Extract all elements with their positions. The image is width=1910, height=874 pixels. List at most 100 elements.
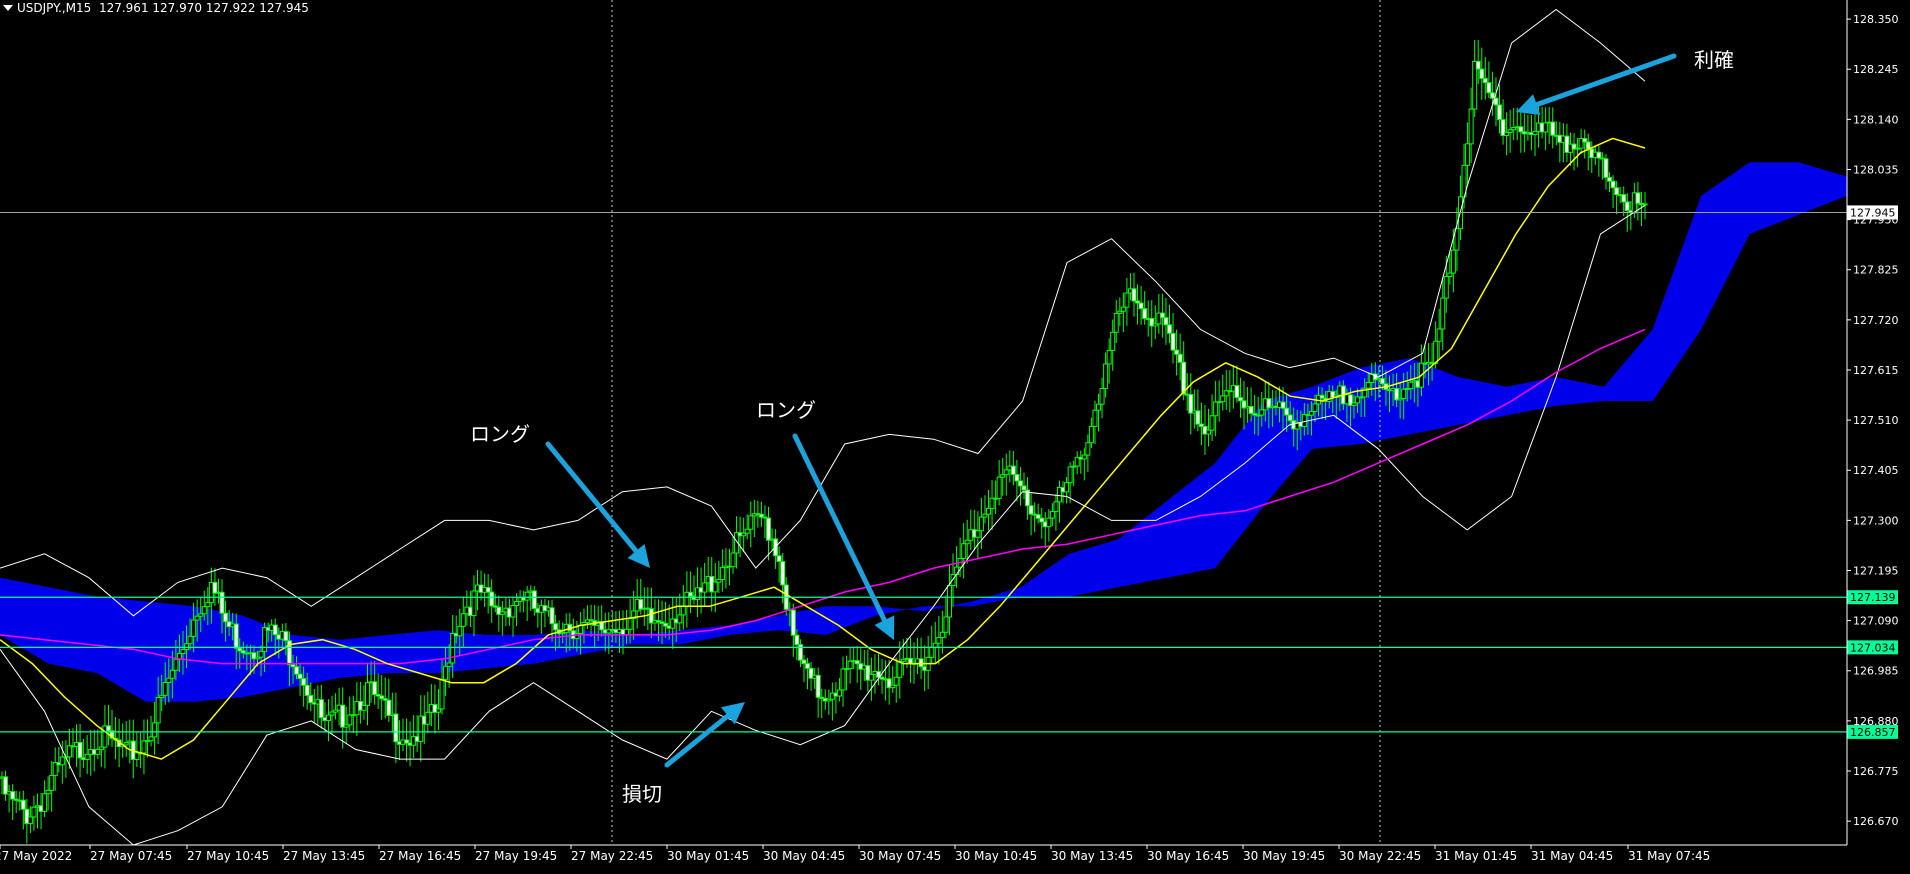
candle-body <box>1475 60 1481 70</box>
candle-body <box>677 614 683 624</box>
candle-body <box>1603 158 1609 178</box>
candle-body <box>471 590 477 617</box>
candle-body <box>1177 353 1183 363</box>
take-profit-arrow-icon <box>1516 53 1677 116</box>
candle-body <box>1301 413 1307 427</box>
x-axis-tick-label: 30 May 01:45 <box>667 849 749 863</box>
candle-body <box>1142 308 1148 319</box>
candle <box>393 692 399 764</box>
candle-body <box>446 662 452 667</box>
candle <box>1124 277 1130 326</box>
candle-body <box>897 660 903 678</box>
candle-body <box>340 704 346 728</box>
candle-body <box>223 612 229 623</box>
candle <box>325 699 331 742</box>
candle <box>1056 480 1062 523</box>
candle <box>886 659 892 705</box>
candle-body <box>514 601 520 606</box>
candle-body <box>166 677 172 683</box>
chart-menu-triangle-icon[interactable] <box>3 5 13 11</box>
price-chart[interactable]: 127.139 127.034 126.857 128.350 128.245 128.1… <box>0 0 1910 870</box>
x-axis-tick-label: 31 May 07:45 <box>1628 849 1710 863</box>
candle <box>1472 39 1478 117</box>
candle-body <box>946 585 952 618</box>
candle-body <box>1447 272 1453 277</box>
candle-body <box>549 607 555 625</box>
candle <box>684 571 690 628</box>
y-axis-tick-label: 127.825 <box>1853 264 1899 277</box>
candle-body <box>1181 361 1187 395</box>
candle-body <box>77 741 83 759</box>
candle-body <box>1596 151 1602 159</box>
y-axis-tick-label: 127.090 <box>1853 615 1899 628</box>
candle-body <box>961 543 967 560</box>
arrow-shaft <box>792 433 887 623</box>
candle <box>996 459 1002 506</box>
candle <box>915 637 921 675</box>
candle <box>538 599 544 634</box>
candle-body <box>1550 121 1556 136</box>
candle-body <box>986 507 992 515</box>
annotation-long-2: ロング <box>756 398 816 422</box>
candle-body <box>180 649 186 655</box>
candle <box>1518 107 1524 153</box>
candle <box>719 549 725 592</box>
candle-body <box>1049 511 1055 519</box>
candle-body <box>1213 401 1219 417</box>
candle-body <box>1206 429 1212 435</box>
candle-body <box>918 658 924 668</box>
candle <box>1198 402 1204 446</box>
candle-body <box>1046 517 1052 528</box>
candle-body <box>975 530 981 538</box>
candle <box>748 501 754 548</box>
candle-body <box>1433 340 1439 364</box>
candle-body <box>485 587 491 593</box>
candle-body <box>169 669 175 679</box>
candle <box>102 705 108 769</box>
arrow-shaft <box>664 713 731 768</box>
x-axis-tick-label: 30 May 13:45 <box>1051 849 1133 863</box>
candle <box>1507 109 1513 153</box>
candle <box>471 575 477 637</box>
candle-body <box>1131 288 1137 302</box>
candle-body <box>1621 194 1627 203</box>
candle-body <box>31 806 37 818</box>
x-axis-tick-label: 27 May 10:45 <box>187 849 269 863</box>
candle-body <box>836 689 842 697</box>
candle-body <box>815 674 821 698</box>
candle-body <box>450 632 456 664</box>
x-axis-tick-label: 30 May 10:45 <box>955 849 1037 863</box>
candle-body <box>1188 394 1194 414</box>
stop-loss-arrow-icon <box>664 702 745 768</box>
candle <box>1504 112 1510 156</box>
candle-body <box>893 676 899 686</box>
candle-body <box>1014 474 1020 482</box>
candle-body <box>1408 381 1414 390</box>
candle-body <box>943 616 949 633</box>
candle-body <box>191 619 197 637</box>
candle-body <box>148 736 154 742</box>
x-axis-tick-label: 27 May 2022 <box>0 849 72 863</box>
candle-body <box>386 699 392 717</box>
candle-body <box>1099 388 1105 405</box>
y-axis-tick-label: 127.720 <box>1853 314 1899 327</box>
candle-body <box>1401 388 1407 399</box>
candle-body <box>1518 126 1524 133</box>
candle-body <box>304 684 310 696</box>
chart-canvas[interactable]: 127.139127.034126.857128.350128.245128.1… <box>0 0 1910 870</box>
candle-body <box>141 740 147 754</box>
x-axis-tick-label: 31 May 04:45 <box>1531 849 1613 863</box>
candle <box>631 590 637 640</box>
symbol-label: USDJPY.,M15 <box>17 1 92 15</box>
candle-body <box>372 681 378 695</box>
candle-body <box>1039 517 1045 523</box>
y-axis-tick-label: 128.140 <box>1853 113 1899 126</box>
candle <box>1635 182 1641 221</box>
candle-body <box>308 694 314 704</box>
candle-body <box>84 753 90 761</box>
candle <box>702 562 708 607</box>
candle-body <box>365 682 371 706</box>
candle <box>311 688 317 724</box>
candle-body <box>939 631 945 638</box>
bollinger-lower-line <box>0 204 1646 846</box>
